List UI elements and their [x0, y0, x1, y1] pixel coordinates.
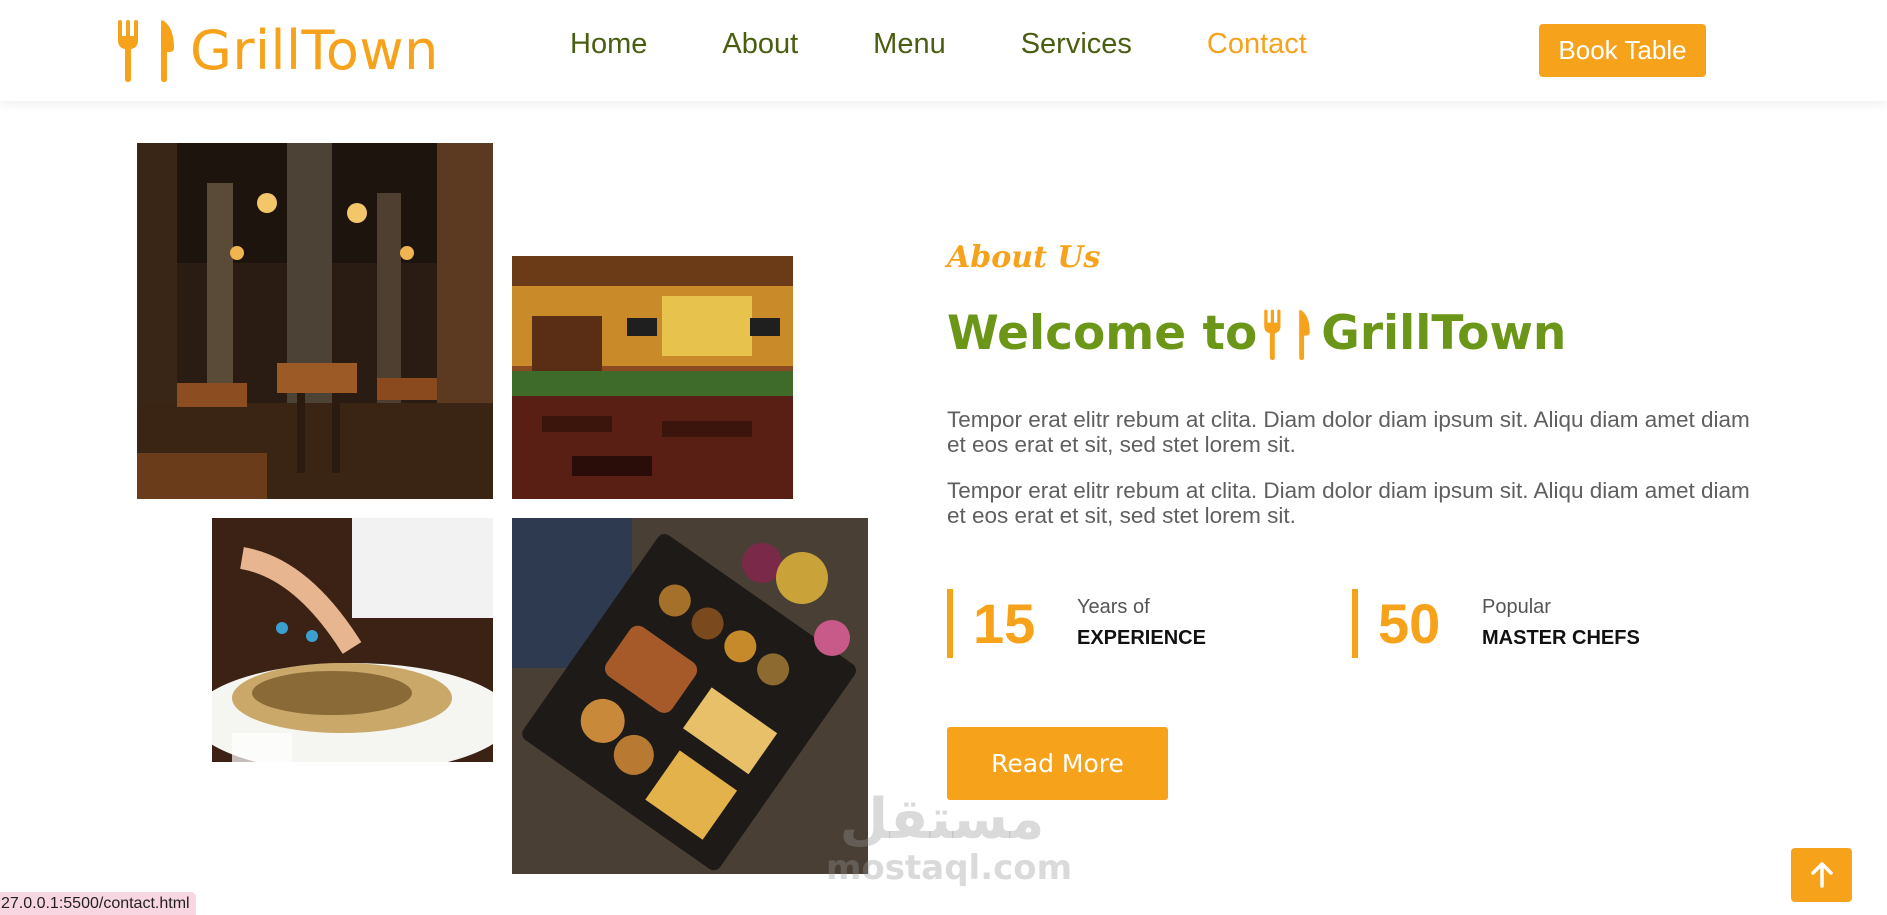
fork-knife-icon — [1264, 309, 1311, 360]
about-paragraph-1: Tempor erat elitr rebum at clita. Diam d… — [947, 407, 1750, 457]
stat-title: EXPERIENCE — [1077, 627, 1206, 649]
book-table-button[interactable]: Book Table — [1539, 24, 1706, 77]
nav-about[interactable]: About — [722, 28, 798, 61]
photo-salad-plate — [212, 518, 493, 762]
about-paragraph-2: Tempor erat elitr rebum at clita. Diam d… — [947, 478, 1750, 528]
photo-grill-platter — [512, 518, 868, 874]
back-to-top-button[interactable] — [1791, 848, 1852, 902]
welcome-brand: GrillTown — [1321, 306, 1567, 361]
stat-caption: Popular — [1482, 596, 1551, 618]
stat-number: 50 — [1378, 592, 1441, 655]
fork-knife-icon — [118, 20, 174, 82]
stat-caption: Years of — [1077, 596, 1150, 618]
brand-logo[interactable]: GrillTown — [116, 16, 439, 84]
stat-title: MASTER CHEFS — [1482, 627, 1640, 649]
photo-restaurant-interior-bright — [512, 256, 793, 499]
welcome-prefix: Welcome to — [947, 306, 1258, 361]
nav-services[interactable]: Services — [1021, 28, 1132, 61]
watermark-arabic: مستقل — [839, 787, 1045, 852]
photo-restaurant-interior-dark — [137, 143, 493, 499]
nav-menu[interactable]: Menu — [873, 28, 946, 61]
main-nav: Home About Menu Services Contact — [570, 28, 1382, 61]
stat-number: 15 — [973, 592, 1036, 655]
watermark: مستقل mostaql.com — [826, 787, 1073, 888]
navbar: GrillTown Home About Menu Services Conta… — [0, 0, 1887, 101]
arrow-up-icon — [1810, 862, 1833, 888]
brand-name: GrillTown — [190, 18, 439, 82]
nav-contact[interactable]: Contact — [1207, 28, 1307, 61]
nav-home[interactable]: Home — [570, 28, 647, 61]
section-label: About Us — [947, 240, 1101, 275]
status-bar-url: 27.0.0.1:5500/contact.html — [0, 892, 196, 915]
watermark-domain: mostaql.com — [826, 848, 1073, 888]
stat-chefs: 50 Popular MASTER CHEFS — [1352, 589, 1672, 658]
welcome-heading: Welcome to GrillTown — [947, 306, 1566, 361]
stat-experience: 15 Years of EXPERIENCE — [947, 589, 1267, 658]
